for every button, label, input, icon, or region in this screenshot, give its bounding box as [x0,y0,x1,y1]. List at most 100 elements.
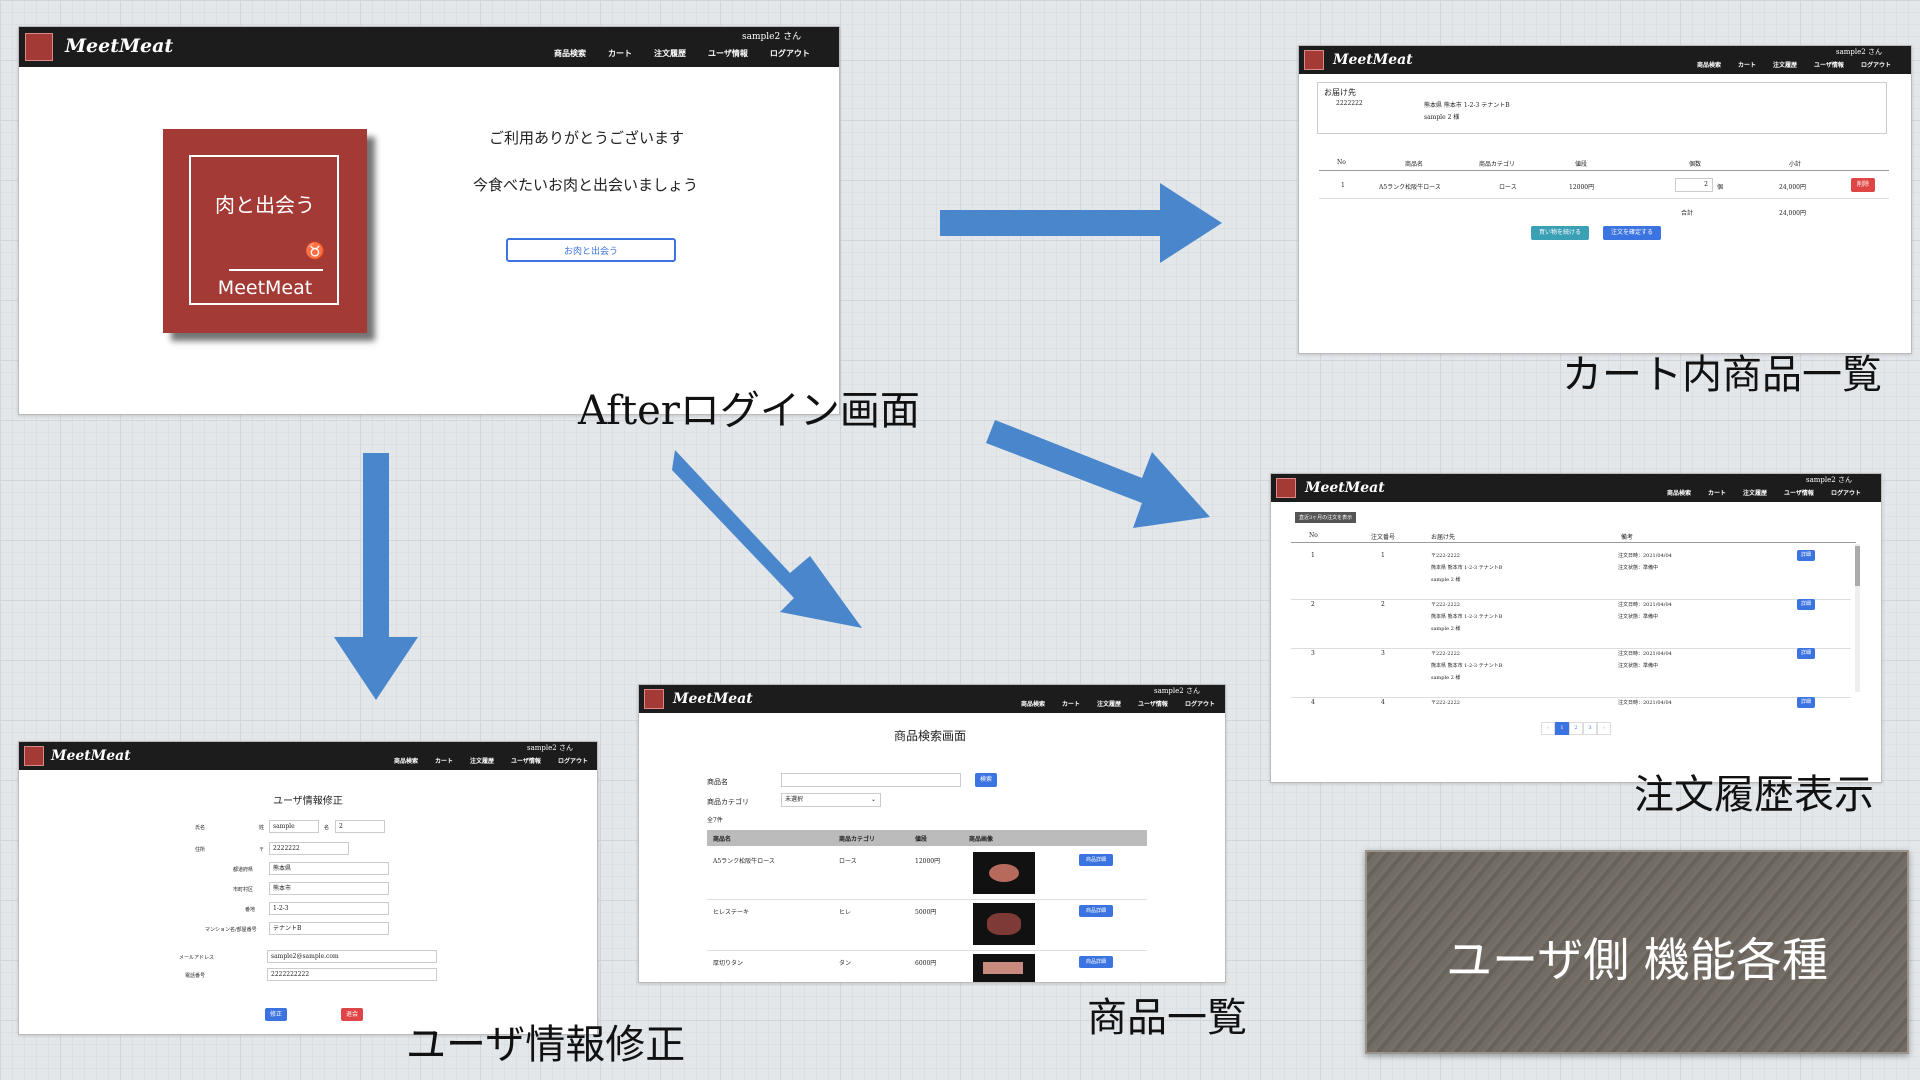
category-select[interactable]: 未選択 ⌄ [781,793,881,807]
chevron-down-icon: ⌄ [870,796,876,803]
nav-item-history[interactable]: 注文履歴 [1743,488,1767,497]
row-status: 注文状態：準備中 [1618,565,1659,571]
feature-panel: ユーザ側 機能各種 [1365,850,1909,1054]
mail-field[interactable]: sample2@sample.com [267,950,437,963]
product-name-input[interactable] [781,773,961,787]
tel-field[interactable]: 2222222222 [267,968,437,981]
col-name: 商品名 [713,836,732,843]
city-label: 市町村区 [233,887,254,893]
address-zip: 2222222 [1336,100,1363,107]
bldg-field[interactable]: テナントB [269,922,389,935]
nav-item-cart[interactable]: カート [608,48,632,59]
nav-item-search[interactable]: 商品検索 [394,756,418,765]
product-detail-button[interactable]: 商品詳細 [1079,854,1113,866]
row-order: 3 [1381,650,1385,657]
row-addr: 熊本県 熊本市 1-2-3 テナントB [1431,565,1503,571]
search-button[interactable]: 検索 [975,773,997,787]
nav-item-history[interactable]: 注文履歴 [470,756,494,765]
brand[interactable]: MeetMeat [51,748,131,764]
delete-button[interactable]: 削除 [1851,178,1875,192]
name-label: 商品名 [707,778,728,786]
feature-panel-title: ユーザ側 機能各種 [1446,933,1828,987]
detail-button[interactable]: 詳細 [1797,697,1815,708]
mei-field[interactable]: 2 [335,820,385,833]
edit-button[interactable]: 修正 [265,1008,287,1021]
page-3[interactable]: 3 [1583,722,1597,735]
category-label: 商品カテゴリ [707,798,749,806]
nav-item-logout[interactable]: ログアウト [1861,60,1891,69]
user-greeting: sample2 さん [1806,476,1852,484]
brand[interactable]: MeetMeat [65,35,173,57]
pref-label: 都道府県 [233,867,254,873]
sei-field[interactable]: sample [269,820,319,833]
arrow-to-user-edit [334,453,418,700]
nav-menu: 商品検索 カート 注文履歴 ユーザ情報 ログアウト [1697,60,1891,69]
nav-item-logout[interactable]: ログアウト [558,756,588,765]
row-status: 注文状態：準備中 [1618,614,1659,620]
nav-item-cart[interactable]: カート [1708,488,1726,497]
nav-item-cart[interactable]: カート [1062,699,1080,708]
nav-item-cart[interactable]: カート [435,756,453,765]
street-field[interactable]: 1-2-3 [269,902,389,915]
tel-label: 電話番号 [185,973,206,979]
withdraw-button[interactable]: 退会 [341,1008,363,1021]
meet-meat-button[interactable]: お肉と出会う [506,238,676,262]
nav-item-search[interactable]: 商品検索 [1667,488,1691,497]
confirm-order-button[interactable]: 注文を確定する [1603,226,1661,240]
detail-button[interactable]: 詳細 [1797,550,1815,561]
nav-item-search[interactable]: 商品検索 [1021,699,1045,708]
recent-orders-filter[interactable]: 直近3ヶ月の注文を表示 [1295,512,1357,523]
address-label: お届け先 [1324,88,1356,97]
nav-item-user[interactable]: ユーザ情報 [1784,488,1814,497]
nav-item-cart[interactable]: カート [1738,60,1756,69]
nav-item-history[interactable]: 注文履歴 [1097,699,1121,708]
page-2[interactable]: 2 [1569,722,1583,735]
nav-item-user[interactable]: ユーザ情報 [511,756,541,765]
row-price: 5000円 [915,909,937,916]
nav-item-user[interactable]: ユーザ情報 [1814,60,1844,69]
page-next[interactable]: › [1597,722,1611,735]
history-row: 2 2 〒222-2222 熊本県 熊本市 1-2-3 テナントB sample… [1271,599,1851,649]
address-box: お届け先 2222222 熊本県 熊本市 1-2-3 テナントB sample … [1317,82,1887,134]
city-field[interactable]: 熊本市 [269,882,389,895]
brand[interactable]: MeetMeat [1305,480,1385,496]
nav-item-logout[interactable]: ログアウト [1831,488,1861,497]
col-image: 商品画像 [969,836,994,843]
detail-button[interactable]: 詳細 [1797,648,1815,659]
quantity-field[interactable]: 2 [1675,178,1713,192]
zip-label: 〒 [259,847,265,853]
product-detail-button[interactable]: 商品詳細 [1079,905,1113,917]
row-no: 1 [1311,552,1315,559]
caption-cart: カート内商品一覧 [1562,352,1882,398]
row-no: 4 [1311,699,1315,706]
navbar: MeetMeat sample2 さん 商品検索 カート 注文履歴 ユーザ情報 … [1299,46,1911,74]
scrollbar[interactable] [1855,544,1860,692]
arrow-to-cart [940,183,1222,263]
detail-button[interactable]: 詳細 [1797,599,1815,610]
row-order: 1 [1381,552,1385,559]
page-title: ユーザ情報修正 [273,796,343,807]
continue-shopping-button[interactable]: 買い物を続ける [1531,226,1589,240]
table-row: ヒレステーキ ヒレ 5000円 商品詳細 [707,901,1147,949]
brand[interactable]: MeetMeat [1333,52,1413,68]
nav-item-history[interactable]: 注文履歴 [654,48,686,59]
col-category: 商品カテゴリ [839,836,876,843]
col-destination: お届け先 [1431,534,1456,541]
row-date: 注文日時：2021/04/04 [1618,651,1672,657]
nav-item-history[interactable]: 注文履歴 [1773,60,1797,69]
pref-field[interactable]: 熊本県 [269,862,389,875]
result-count: 全7件 [707,817,723,824]
page-1[interactable]: 1 [1555,722,1569,735]
nav-item-search[interactable]: 商品検索 [1697,60,1721,69]
nav-item-logout[interactable]: ログアウト [1185,699,1215,708]
brand[interactable]: MeetMeat [673,691,753,707]
nav-item-user[interactable]: ユーザ情報 [1138,699,1168,708]
nav-item-user[interactable]: ユーザ情報 [708,48,748,59]
zip-field[interactable]: 2222222 [269,842,349,855]
page-prev[interactable]: ‹ [1541,722,1555,735]
nav-item-logout[interactable]: ログアウト [770,48,810,59]
nav-item-search[interactable]: 商品検索 [554,48,586,59]
col-category: 商品カテゴリ [1479,161,1516,168]
row-name: sample 2 様 [1431,626,1461,632]
product-detail-button[interactable]: 商品詳細 [1079,956,1113,968]
